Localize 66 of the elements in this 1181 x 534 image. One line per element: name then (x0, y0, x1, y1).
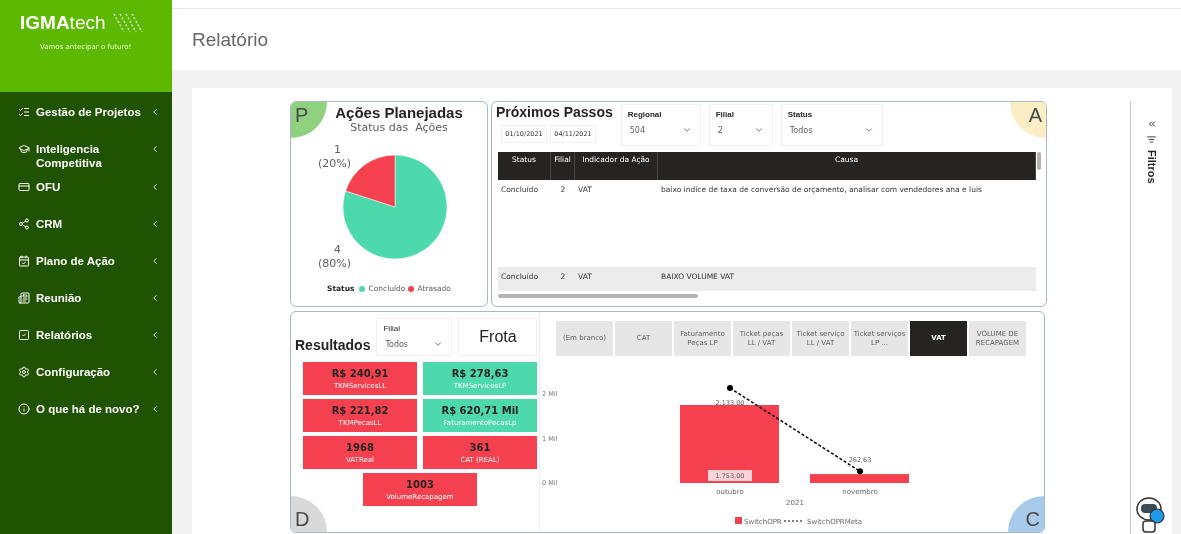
caret-icon (681, 125, 692, 135)
legend-line (783, 520, 805, 522)
kpi-value: R$ 620,71 Mil (441, 404, 519, 416)
sidebar-item[interactable]: Relatórios (18, 323, 160, 360)
sidebar-item[interactable]: Plano de Ação (18, 249, 160, 286)
graduation-cap-icon (18, 143, 30, 155)
sidebar-item[interactable]: O que há de novo? (18, 397, 160, 434)
chevron-icon (150, 219, 160, 229)
corner-badge: A (1010, 102, 1046, 138)
list-icon (18, 106, 30, 118)
settings-icon (18, 366, 30, 378)
sidebar-item[interactable]: Gestão de Projetos (18, 100, 160, 137)
collapse-icon[interactable] (1146, 119, 1157, 129)
card-title: Ações Planejadas (335, 104, 463, 121)
kpi-value: R$ 278,63 (451, 367, 509, 379)
sidebar-item[interactable]: Inteligencia Competitiva (18, 137, 160, 175)
caret-icon (863, 125, 874, 135)
page-title: Relatório (192, 28, 269, 51)
line-point (727, 385, 733, 392)
chevron-icon (150, 144, 160, 154)
checkbox-icon (18, 329, 30, 341)
chevron-icon (150, 107, 160, 117)
sidebar-item[interactable]: Reunião (18, 286, 160, 323)
line-point (857, 468, 863, 475)
card-title: Próximos Passos (496, 104, 613, 120)
caret-icon (433, 339, 444, 349)
pane-title: Filtros (1145, 150, 1158, 184)
dropdown-label: Filial (383, 324, 401, 333)
info-icon (18, 403, 30, 415)
chevron-icon (150, 330, 160, 340)
sidebar-item[interactable]: CRM (18, 212, 160, 249)
caret-icon (753, 125, 764, 135)
corner-badge: P (291, 102, 327, 138)
corner-badge: C (1008, 496, 1044, 532)
chevron-icon (150, 182, 160, 192)
corner-badge: D (291, 496, 327, 532)
kpi-value: R$ 221,82 (331, 404, 389, 416)
brand-logo: IGMAtech (20, 12, 144, 34)
scrollbar[interactable] (1037, 152, 1041, 170)
dropdown-label: Status (787, 110, 814, 119)
calendar-check-icon (18, 255, 30, 267)
scrollbar[interactable] (498, 294, 698, 298)
newspaper-icon (18, 292, 30, 304)
kpi-value: 1003 (406, 478, 434, 490)
slice-label: 1 (334, 142, 341, 156)
dropdown-label: Regional (627, 110, 663, 119)
sidebar-item[interactable]: OFU (18, 175, 160, 212)
slice-label: (20%) (317, 156, 351, 170)
kpi-value: 1968 (346, 441, 374, 453)
filter-icon (1147, 135, 1156, 144)
dropdown-label: Filial (715, 110, 735, 119)
chevron-icon (150, 256, 160, 266)
share-icon (18, 218, 30, 230)
segment-label: Frota (458, 318, 538, 356)
slice-label: (80%) (317, 257, 351, 271)
chevron-icon (150, 404, 160, 414)
kpi-value: 361 (469, 441, 491, 453)
chevron-icon (150, 367, 160, 377)
sidebar-item[interactable]: Configuração (18, 360, 160, 397)
slice-label: 4 (334, 243, 341, 257)
chart-subtitle: Status das Ações (350, 121, 448, 134)
chevron-icon (150, 293, 160, 303)
kpi-value: R$ 240,91 (331, 367, 389, 379)
card-icon (18, 181, 30, 193)
data-label-background (708, 470, 752, 481)
section-title: Resultados (295, 337, 371, 353)
